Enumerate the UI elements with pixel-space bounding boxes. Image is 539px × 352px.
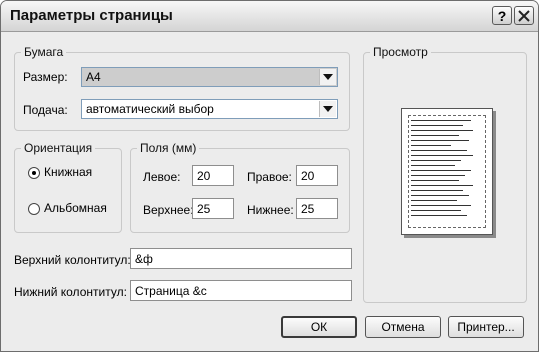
header-label: Верхний колонтитул: xyxy=(14,253,131,267)
right-margin-input[interactable]: 20 xyxy=(296,165,338,186)
preview-text-line xyxy=(411,130,473,131)
preview-text-line xyxy=(411,195,469,196)
cancel-button[interactable]: Отмена xyxy=(365,316,441,338)
preview-text-line xyxy=(411,190,463,191)
header-input[interactable]: &ф xyxy=(130,248,352,269)
left-margin-label: Левое: xyxy=(143,170,181,184)
preview-margin-outline xyxy=(408,115,486,228)
portrait-option[interactable]: Книжная xyxy=(28,165,118,181)
preview-text-line xyxy=(411,170,471,171)
title-bar: Параметры страницы ? xyxy=(1,1,538,32)
close-icon xyxy=(518,10,530,22)
ok-button[interactable]: ОК xyxy=(281,316,357,338)
right-margin-label: Правое: xyxy=(247,170,292,184)
preview-text-line xyxy=(411,215,467,216)
landscape-radio[interactable] xyxy=(28,203,40,215)
preview-text-line xyxy=(411,210,461,211)
preview-legend: Просмотр xyxy=(373,45,428,59)
paper-source-value: автоматический выбор xyxy=(86,102,214,116)
left-margin-input[interactable]: 20 xyxy=(192,165,234,186)
paper-legend: Бумага xyxy=(24,45,64,59)
preview-text-line xyxy=(411,135,459,136)
close-button[interactable] xyxy=(514,6,534,25)
paper-size-value: А4 xyxy=(86,70,101,84)
footer-input[interactable]: Страница &с xyxy=(130,280,352,301)
preview-text-line xyxy=(411,125,463,126)
preview-text-line xyxy=(411,205,471,206)
margins-legend: Поля (мм) xyxy=(140,141,197,155)
preview-page xyxy=(401,108,493,235)
preview-text-line xyxy=(411,165,455,166)
preview-text-line xyxy=(411,145,451,146)
preview-text-line xyxy=(411,175,465,176)
top-margin-label: Верхнее: xyxy=(143,203,194,217)
preview-text-line xyxy=(411,120,471,121)
source-label: Подача: xyxy=(23,103,68,117)
preview-text-line xyxy=(411,180,459,181)
paper-size-select[interactable]: А4 xyxy=(81,67,338,87)
page-setup-dialog: Параметры страницы ? Бумага Размер: А4 П… xyxy=(0,0,539,352)
footer-label: Нижний колонтитул: xyxy=(14,285,127,299)
chevron-down-icon[interactable] xyxy=(319,69,336,85)
portrait-label: Книжная xyxy=(44,165,93,179)
landscape-label: Альбомная xyxy=(44,201,107,215)
bottom-margin-input[interactable]: 25 xyxy=(296,198,338,219)
top-margin-input[interactable]: 25 xyxy=(192,198,234,219)
preview-text-line xyxy=(411,200,457,201)
landscape-option[interactable]: Альбомная xyxy=(28,201,118,217)
preview-text-line xyxy=(411,160,461,161)
dialog-title: Параметры страницы xyxy=(10,7,173,24)
bottom-margin-label: Нижнее: xyxy=(247,203,294,217)
preview-text-line xyxy=(411,150,467,151)
preview-text-line xyxy=(411,155,473,156)
preview-text-line xyxy=(411,140,469,141)
orientation-group: Ориентация xyxy=(14,141,122,233)
printer-button[interactable]: Принтер... xyxy=(448,316,524,338)
chevron-down-icon[interactable] xyxy=(319,101,336,117)
size-label: Размер: xyxy=(23,70,68,84)
portrait-radio[interactable] xyxy=(28,167,40,179)
orientation-legend: Ориентация xyxy=(24,141,93,155)
help-button[interactable]: ? xyxy=(492,6,512,25)
paper-source-select[interactable]: автоматический выбор xyxy=(81,99,338,119)
help-button-label: ? xyxy=(497,8,507,24)
preview-text-line xyxy=(411,185,473,186)
margins-group: Поля (мм) xyxy=(130,141,350,233)
